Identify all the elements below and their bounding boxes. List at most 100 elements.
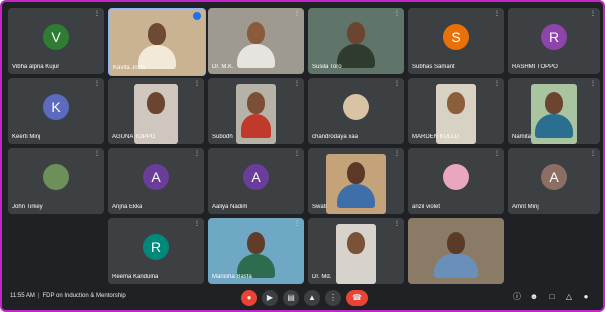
mic-muted-icon: ⋮ xyxy=(494,81,500,87)
avatar: K xyxy=(43,94,69,121)
speaking-indicator-icon xyxy=(193,12,201,20)
participant-name: Reema Kandulna xyxy=(112,274,159,280)
participant-tile[interactable]: ⋮ chandrodaya xaa xyxy=(308,78,404,144)
mic-muted-icon: ⋮ xyxy=(494,11,500,17)
participant-tile[interactable]: ⋮ Dr. Md. xyxy=(308,218,404,284)
avatar: A xyxy=(143,164,169,191)
present-icon[interactable]: ▲ xyxy=(304,290,320,306)
participant-tile[interactable]: V ⋮ Vibha alpna Kujur xyxy=(8,8,104,74)
participant-tile[interactable]: K ⋮ Keerti Minj xyxy=(8,78,104,144)
info-icon[interactable]: ⓘ xyxy=(512,293,522,301)
participant-name: Manisha Basfa xyxy=(212,274,252,280)
mic-muted-icon: ⋮ xyxy=(394,11,400,17)
participant-name: Vibha alpna Kujur xyxy=(12,64,60,70)
participant-tile[interactable]: S ⋮ Subhas Samant xyxy=(408,8,504,74)
chat-icon[interactable]: □ xyxy=(547,293,557,301)
people-icon[interactable]: ☻ xyxy=(529,293,539,301)
participant-tile[interactable]: ⋮ Swati xyxy=(308,148,404,214)
mic-muted-icon: ⋮ xyxy=(394,221,400,227)
participant-tile[interactable]: ⋮ Dr. M.K. xyxy=(208,8,304,74)
participant-tile[interactable]: ⋮ Susila Toro xyxy=(308,8,404,74)
activities-icon[interactable]: △ xyxy=(564,293,574,301)
participant-name: Keerti Minj xyxy=(12,134,41,140)
mic-muted-icon: ⋮ xyxy=(94,151,100,157)
mic-muted-icon: ⋮ xyxy=(294,81,300,87)
participant-name: Dr. M.K. xyxy=(212,64,234,70)
camera-icon[interactable]: ▶ xyxy=(262,290,278,306)
participant-tile[interactable]: ⋮ Namita xyxy=(508,78,600,144)
meeting-details: 11:55 AM | FDP on Induction & Mentorship xyxy=(10,293,126,299)
mic-muted-icon: ⋮ xyxy=(590,81,596,87)
participant-tile[interactable]: ⋮ Manisha Basfa xyxy=(208,218,304,284)
captions-icon[interactable]: ▤ xyxy=(283,290,299,306)
video-feed xyxy=(347,22,365,44)
video-feed xyxy=(337,44,375,68)
mic-muted-icon: ⋮ xyxy=(94,11,100,17)
hang-up-icon[interactable]: ☎ xyxy=(346,290,368,306)
separator: | xyxy=(37,293,40,299)
meeting-time: 11:55 AM xyxy=(10,293,35,299)
avatar xyxy=(343,94,369,121)
video-feed xyxy=(241,114,271,138)
avatar: A xyxy=(541,164,567,191)
mic-muted-icon: ⋮ xyxy=(194,221,200,227)
mic-muted-icon: ⋮ xyxy=(294,221,300,227)
participant-tile[interactable]: ⋮ John Tirkey xyxy=(8,148,104,214)
participant-name: AGUNA TOPPO xyxy=(112,134,156,140)
participant-tile[interactable]: A ⋮ Anjna Ekka xyxy=(108,148,204,214)
video-feed xyxy=(247,232,265,254)
participant-tile[interactable]: A ⋮ Amrit Minj xyxy=(508,148,600,214)
avatar: R xyxy=(541,24,567,51)
participant-tile[interactable]: A ⋮ Aaliya Nadim xyxy=(208,148,304,214)
video-feed xyxy=(148,23,166,45)
bottom-toolbar: 11:55 AM | FDP on Induction & Mentorship ●… xyxy=(2,286,603,310)
avatar xyxy=(43,164,69,191)
participant-tile[interactable]: R ⋮ RASHMI TOPPO xyxy=(508,8,600,74)
participant-tile[interactable]: ⋮ anzil violet xyxy=(408,148,504,214)
mic-muted-icon: ⋮ xyxy=(590,151,596,157)
participant-name: Aaliya Nadim xyxy=(212,204,248,210)
participant-name: Susila Toro xyxy=(312,64,342,70)
mic-muted-icon: ⋮ xyxy=(294,151,300,157)
participant-name: John Tirkey xyxy=(12,204,43,210)
video-feed xyxy=(237,44,275,68)
participant-name: Amrit Minj xyxy=(512,204,539,210)
mic-muted-icon: ⋮ xyxy=(590,11,596,17)
video-feed xyxy=(247,92,265,114)
host-controls-icon[interactable]: ● xyxy=(581,293,591,301)
participant-name: Subhas Samant xyxy=(412,64,455,70)
participant-name: Dr. Md. xyxy=(312,274,332,280)
participant-tile[interactable]: ⋮ Subodh xyxy=(208,78,304,144)
participant-tile[interactable]: ⋮ AGUNA TOPPO xyxy=(108,78,204,144)
participant-tile[interactable]: ⋮ MARDEN KULLU xyxy=(408,78,504,144)
meeting-window: V ⋮ Vibha alpna Kujur Kavita Joshi ⋮ Dr.… xyxy=(0,0,605,312)
participant-name: Swati xyxy=(312,204,327,210)
mic-muted-icon: ⋮ xyxy=(394,81,400,87)
participant-tile[interactable] xyxy=(408,218,504,284)
avatar: S xyxy=(443,24,469,51)
participant-name: RASHMI TOPPO xyxy=(512,64,558,70)
video-feed xyxy=(447,232,465,254)
participant-name: Namita xyxy=(512,134,532,140)
video-feed xyxy=(434,254,478,278)
avatar: R xyxy=(143,234,169,261)
avatar: V xyxy=(43,24,69,51)
mic-muted-icon: ⋮ xyxy=(194,81,200,87)
participant-tile[interactable]: Kavita Joshi xyxy=(108,8,206,76)
participant-tile[interactable]: R ⋮ Reema Kandulna xyxy=(108,218,204,284)
video-feed xyxy=(347,162,365,184)
avatar xyxy=(443,164,469,191)
meeting-title: FDP on Induction & Mentorship xyxy=(42,293,126,299)
mic-muted-icon: ⋮ xyxy=(294,11,300,17)
mic-muted-icon: ⋮ xyxy=(194,151,200,157)
participant-name: MARDEN KULLU xyxy=(412,134,460,140)
mic-muted-icon: ⋮ xyxy=(94,81,100,87)
participant-name: Kavita Joshi xyxy=(113,65,146,71)
mic-muted-icon: ⋮ xyxy=(394,151,400,157)
video-feed xyxy=(347,232,365,254)
more-options-icon[interactable]: ⋮ xyxy=(325,290,341,306)
mic-off-icon[interactable]: ● xyxy=(241,290,257,306)
participant-name: anzil violet xyxy=(412,204,441,210)
video-feed xyxy=(545,92,563,114)
participant-name: chandrodaya xaa xyxy=(312,134,359,140)
